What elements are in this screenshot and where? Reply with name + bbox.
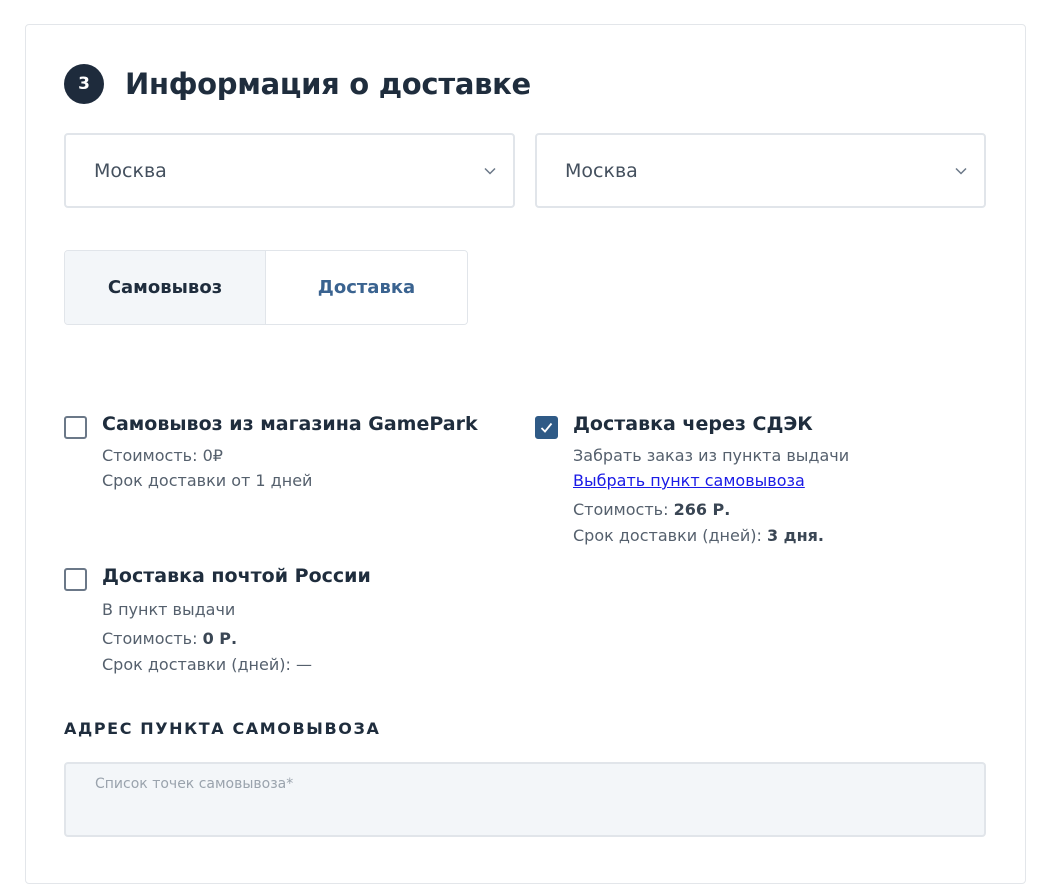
- pickup-points-placeholder: Список точек самовывоза*: [95, 776, 294, 792]
- store-pickup-checkbox[interactable]: [64, 416, 87, 439]
- pickup-address-label: АДРЕС ПУНКТА САМОВЫВОЗА: [64, 719, 381, 738]
- cdek-term-value: 3 дня.: [766, 526, 824, 545]
- section-title: Информация о доставке: [125, 67, 531, 101]
- russian-post-cost-label: Стоимость:: [102, 629, 203, 648]
- city-select[interactable]: Москва: [535, 133, 986, 208]
- cdek-term: Срок доставки (дней): 3 дня.: [573, 526, 824, 545]
- store-pickup-term: Срок доставки от 1 дней: [102, 471, 313, 490]
- city-select-value: Москва: [565, 159, 638, 182]
- store-pickup-title: Самовывоз из магазина GamePark: [102, 413, 478, 435]
- cdek-cost-value: 266 Р.: [673, 500, 731, 519]
- choose-pickup-point-link[interactable]: Выбрать пункт самовывоза: [573, 471, 805, 490]
- tab-delivery[interactable]: Доставка: [266, 251, 467, 324]
- cdek-term-label: Срок доставки (дней):: [573, 526, 767, 545]
- cdek-subtitle: Забрать заказ из пункта выдачи: [573, 446, 850, 465]
- cdek-cost-label: Стоимость:: [573, 500, 674, 519]
- cdek-cost: Стоимость: 266 Р.: [573, 500, 730, 519]
- region-select[interactable]: Москва: [64, 133, 515, 208]
- region-select-value: Москва: [94, 159, 167, 182]
- cdek-title: Доставка через СДЭК: [573, 413, 813, 435]
- chevron-down-icon: [484, 167, 496, 175]
- russian-post-subtitle: В пункт выдачи: [102, 600, 236, 619]
- russian-post-cost: Стоимость: 0 Р.: [102, 629, 237, 648]
- check-icon: [540, 422, 553, 433]
- step-badge: 3: [64, 64, 104, 104]
- pickup-points-field[interactable]: Список точек самовывоза*: [64, 762, 986, 837]
- tab-pickup[interactable]: Самовывоз: [65, 251, 266, 324]
- cdek-checkbox[interactable]: [535, 416, 558, 439]
- russian-post-checkbox[interactable]: [64, 568, 87, 591]
- store-pickup-cost: Стоимость: 0₽: [102, 446, 223, 465]
- russian-post-term: Срок доставки (дней): —: [102, 655, 312, 674]
- delivery-type-tabs: Самовывоз Доставка: [64, 250, 468, 325]
- russian-post-title: Доставка почтой России: [102, 565, 371, 587]
- russian-post-cost-value: 0 Р.: [202, 629, 238, 648]
- chevron-down-icon: [955, 167, 967, 175]
